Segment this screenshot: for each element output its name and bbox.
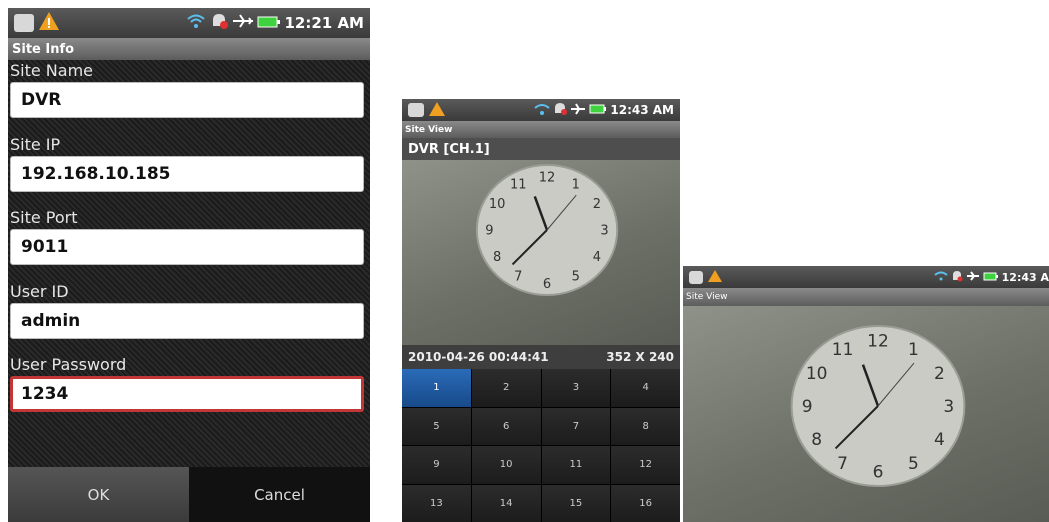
clock-numeral: 5 bbox=[572, 270, 580, 285]
cancel-button[interactable]: Cancel bbox=[189, 467, 370, 522]
clock-numeral: 11 bbox=[510, 177, 527, 192]
site-name-input[interactable]: DVR bbox=[10, 82, 364, 118]
clock-numeral: 9 bbox=[485, 224, 493, 239]
camera-video[interactable]: 12 1 2 3 4 5 6 7 8 9 10 11 bbox=[402, 160, 680, 345]
site-port-label: Site Port bbox=[10, 208, 78, 227]
channel-button-5[interactable]: 5 bbox=[402, 407, 471, 445]
wifi-icon bbox=[534, 103, 551, 118]
channel-button-13[interactable]: 13 bbox=[402, 484, 471, 522]
clock-numeral: 3 bbox=[600, 224, 608, 239]
channel-title: DVR [CH.1] bbox=[402, 138, 680, 160]
site-ip-input[interactable]: 192.168.10.185 bbox=[10, 156, 364, 192]
clock-numeral: 12 bbox=[539, 170, 556, 185]
airplane-icon bbox=[570, 102, 586, 118]
site-info-screen: 12:21 AM Site Info Site Name DVR Site IP… bbox=[8, 8, 370, 522]
usb-icon bbox=[689, 270, 703, 284]
site-name-label: Site Name bbox=[10, 61, 94, 80]
channel-button-7[interactable]: 7 bbox=[541, 407, 611, 445]
battery-icon bbox=[589, 103, 607, 117]
channel-button-9[interactable]: 9 bbox=[402, 446, 471, 484]
usb-icon bbox=[408, 103, 424, 117]
channel-button-6[interactable]: 6 bbox=[471, 407, 541, 445]
site-port-input[interactable]: 9011 bbox=[10, 229, 364, 265]
channel-button-2[interactable]: 2 bbox=[471, 369, 541, 407]
channel-button-11[interactable]: 11 bbox=[541, 446, 611, 484]
airplane-icon bbox=[232, 13, 254, 33]
channel-button-12[interactable]: 12 bbox=[611, 446, 680, 484]
clock-numeral: 2 bbox=[593, 197, 601, 212]
clock-numeral: 11 bbox=[832, 340, 854, 360]
clock-numeral: 3 bbox=[943, 397, 954, 417]
status-time: 12:43 AM bbox=[610, 103, 674, 117]
video-info-bar: 2010-04-26 00:44:41 352 X 240 bbox=[402, 345, 680, 369]
clock-numeral: 6 bbox=[873, 463, 884, 483]
ok-button[interactable]: OK bbox=[8, 467, 189, 522]
screen-title: Site Info bbox=[8, 38, 370, 60]
clock-numeral: 9 bbox=[802, 397, 813, 417]
status-time: 12:43 A bbox=[1001, 270, 1049, 284]
camera-video[interactable]: 12 1 2 3 4 5 6 7 8 9 10 11 bbox=[683, 306, 1049, 522]
wifi-icon bbox=[934, 270, 948, 284]
screen-title: Site View bbox=[683, 288, 1049, 306]
wifi-icon bbox=[186, 13, 206, 33]
screen-title: Site View bbox=[402, 121, 680, 138]
channel-button-1[interactable]: 1 bbox=[402, 369, 471, 407]
channel-button-14[interactable]: 14 bbox=[471, 484, 541, 522]
clock-numeral: 1 bbox=[572, 177, 580, 192]
channel-button-15[interactable]: 15 bbox=[541, 484, 611, 522]
user-password-label: User Password bbox=[10, 355, 127, 374]
clock-numeral: 8 bbox=[493, 250, 501, 265]
wall-clock: 12 12 3 45 6 789 10 11 bbox=[475, 164, 619, 296]
clock-numeral: 1 bbox=[908, 340, 919, 360]
site-view-screen: 12:43 AM Site View DVR [CH.1] 12 1 2 3 4 5 6 7 8… bbox=[402, 99, 680, 522]
status-time: 12:21 AM bbox=[284, 14, 364, 32]
silent-icon bbox=[951, 270, 963, 285]
clock-numeral: 4 bbox=[593, 250, 601, 265]
channel-button-3[interactable]: 3 bbox=[541, 369, 611, 407]
clock-numeral: 10 bbox=[489, 197, 506, 212]
clock-numeral: 2 bbox=[934, 364, 945, 384]
status-bar: 12:21 AM bbox=[8, 8, 370, 38]
warning-icon bbox=[428, 101, 446, 120]
clock-numeral: 6 bbox=[543, 277, 551, 292]
site-view-fullscreen: 12:43 A Site View 12 1 2 3 4 5 6 7 8 9 10 11 bbox=[683, 266, 1049, 522]
battery-icon bbox=[983, 271, 999, 284]
clock-numeral: 7 bbox=[837, 454, 848, 474]
silent-icon bbox=[209, 12, 229, 34]
user-password-input[interactable]: 1234 bbox=[10, 376, 364, 412]
clock-numeral: 5 bbox=[908, 454, 919, 474]
video-datetime: 2010-04-26 00:44:41 bbox=[408, 350, 549, 364]
channel-button-8[interactable]: 8 bbox=[611, 407, 680, 445]
clock-numeral: 8 bbox=[811, 430, 822, 450]
channel-button-16[interactable]: 16 bbox=[611, 484, 680, 522]
channel-grid: 1 2 3 4 5 6 7 8 9 10 11 12 13 14 15 16 bbox=[402, 369, 680, 522]
clock-numeral: 10 bbox=[806, 364, 828, 384]
site-ip-label: Site IP bbox=[10, 135, 61, 154]
video-resolution: 352 X 240 bbox=[606, 350, 674, 364]
warning-icon bbox=[707, 269, 723, 286]
usb-icon bbox=[14, 14, 34, 32]
clock-numeral: 4 bbox=[934, 430, 945, 450]
status-bar: 12:43 A bbox=[683, 266, 1049, 288]
status-bar: 12:43 AM bbox=[402, 99, 680, 121]
wall-clock: 12 12 3 45 6 78 9 1011 bbox=[790, 325, 966, 487]
silent-icon bbox=[553, 102, 568, 119]
battery-icon bbox=[257, 14, 281, 33]
clock-numeral: 7 bbox=[514, 270, 522, 285]
user-id-input[interactable]: admin bbox=[10, 303, 364, 339]
channel-button-10[interactable]: 10 bbox=[471, 446, 541, 484]
airplane-icon bbox=[966, 270, 980, 284]
warning-icon bbox=[38, 11, 60, 35]
channel-button-4[interactable]: 4 bbox=[611, 369, 680, 407]
user-id-label: User ID bbox=[10, 282, 69, 301]
button-bar: OK Cancel bbox=[8, 467, 370, 522]
clock-numeral: 12 bbox=[867, 331, 889, 351]
